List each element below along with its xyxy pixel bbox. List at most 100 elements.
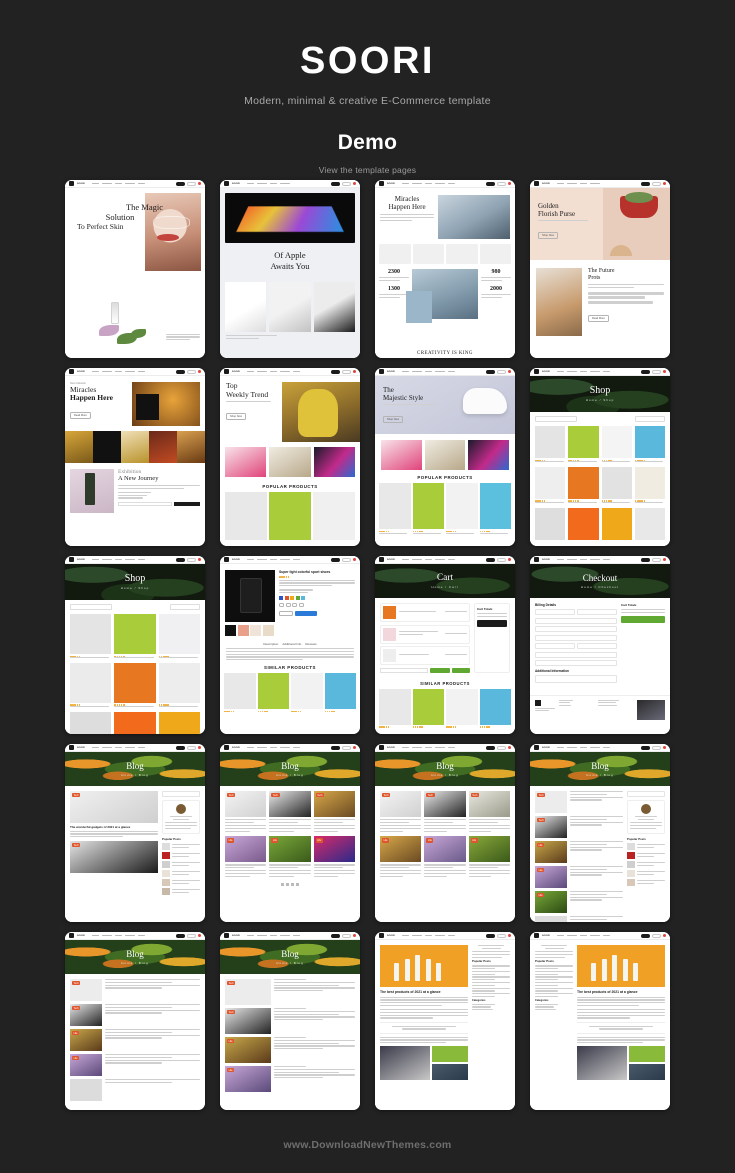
color-swatch[interactable] xyxy=(290,596,294,601)
product-card[interactable] xyxy=(568,426,599,464)
popular-post-item[interactable] xyxy=(535,970,573,975)
product-card[interactable] xyxy=(601,466,632,505)
product-card[interactable] xyxy=(158,662,200,709)
product-card[interactable] xyxy=(634,466,665,505)
blog-post-row[interactable] xyxy=(70,1079,200,1101)
gallery-thumb[interactable] xyxy=(237,625,249,636)
demo-thumbnail-home-purse[interactable]: SOORI Golden Florish Purse Shop Now The … xyxy=(530,180,670,358)
search-input[interactable] xyxy=(70,604,112,610)
category-card[interactable] xyxy=(424,440,466,470)
blog-post-row[interactable]: Tech xyxy=(70,1004,200,1026)
zip-field[interactable] xyxy=(535,651,617,658)
blog-post-row[interactable]: Life xyxy=(70,1029,200,1051)
tab-description[interactable]: Description xyxy=(263,642,278,646)
product-card[interactable] xyxy=(634,507,665,540)
product-card[interactable] xyxy=(269,281,311,332)
popular-post-item[interactable] xyxy=(162,888,200,896)
blog-post-card[interactable]: Tech xyxy=(380,791,422,833)
product-card[interactable] xyxy=(634,426,665,464)
demo-thumbnail-cart[interactable]: SOORI Cart Home / Cart Cart Totals SIMIL… xyxy=(375,556,515,734)
size-option[interactable] xyxy=(298,603,304,608)
cart-row[interactable] xyxy=(380,603,470,622)
size-option[interactable] xyxy=(292,603,297,608)
demo-thumbnail-home-miracles[interactable]: SOORI Miracles Happen Here 2300 1300 980… xyxy=(375,180,515,358)
product-card[interactable] xyxy=(114,662,156,709)
popular-post-item[interactable] xyxy=(535,965,573,970)
blog-post-row[interactable]: Tech xyxy=(225,979,355,1005)
product-card[interactable] xyxy=(158,711,200,734)
tab-info[interactable]: Additional Info xyxy=(282,642,301,646)
country-select[interactable] xyxy=(535,626,617,632)
product-card[interactable] xyxy=(479,483,511,536)
demo-thumbnail-home-majestic[interactable]: SOORI The Majestic Style Shop Now POPULA… xyxy=(375,368,515,546)
checkout-button[interactable] xyxy=(477,619,507,627)
gallery-image[interactable] xyxy=(432,1046,468,1063)
feature-card[interactable] xyxy=(412,244,444,264)
size-option[interactable] xyxy=(285,603,291,608)
page-number[interactable] xyxy=(296,882,299,886)
blog-post-card[interactable]: Tech xyxy=(424,791,466,833)
popular-post-item[interactable] xyxy=(472,976,510,981)
category-card[interactable] xyxy=(225,447,267,477)
product-card[interactable] xyxy=(446,483,478,536)
popular-post-item[interactable] xyxy=(627,861,665,869)
product-main-image[interactable] xyxy=(225,570,275,622)
popular-post-item[interactable] xyxy=(472,982,510,986)
page-number[interactable] xyxy=(291,882,294,886)
search-input[interactable] xyxy=(535,416,577,422)
phone-field[interactable] xyxy=(535,660,617,666)
last-name-field[interactable] xyxy=(577,609,617,615)
blog-post-card[interactable]: Tech The wonderful gadgets of 2021 at a … xyxy=(70,791,158,838)
city-field[interactable] xyxy=(535,643,575,649)
hero-cta-button[interactable]: Shop Now xyxy=(383,415,403,423)
blog-post-row[interactable]: Tech xyxy=(225,1008,355,1034)
popular-post-item[interactable] xyxy=(627,843,665,851)
color-swatch[interactable] xyxy=(295,596,300,601)
blog-post-row[interactable]: Tech xyxy=(535,816,623,838)
blog-post-card[interactable]: Tech xyxy=(468,791,510,833)
product-card[interactable] xyxy=(291,673,323,713)
search-input[interactable] xyxy=(627,791,665,797)
product-card[interactable] xyxy=(70,711,112,734)
blog-post-card[interactable]: Life xyxy=(468,836,510,878)
color-swatch[interactable] xyxy=(284,596,289,601)
blog-post-row[interactable]: Life xyxy=(225,1037,355,1063)
product-card[interactable] xyxy=(446,688,478,728)
product-card[interactable] xyxy=(379,688,411,728)
product-card[interactable] xyxy=(535,466,566,505)
category-card[interactable] xyxy=(468,440,510,470)
address-field[interactable] xyxy=(535,634,617,641)
page-number[interactable] xyxy=(281,882,284,886)
product-card[interactable] xyxy=(158,614,200,660)
product-tile[interactable] xyxy=(121,431,149,463)
blog-post-card[interactable]: Tech xyxy=(70,841,158,874)
product-card[interactable] xyxy=(535,426,566,464)
popular-post-item[interactable] xyxy=(472,965,510,970)
order-notes-field[interactable] xyxy=(535,675,617,683)
category-card[interactable] xyxy=(313,447,355,477)
category-card[interactable] xyxy=(381,440,422,470)
blog-post-row[interactable]: Life xyxy=(535,866,623,888)
product-tile[interactable] xyxy=(93,431,121,463)
gallery-image[interactable] xyxy=(380,1046,431,1081)
popular-post-item[interactable] xyxy=(162,843,200,851)
feature-card[interactable] xyxy=(379,244,411,264)
gallery-image[interactable] xyxy=(577,1046,628,1081)
sort-select[interactable] xyxy=(635,416,665,422)
hero-cta-button[interactable]: Read More xyxy=(70,411,91,419)
product-card[interactable] xyxy=(70,662,112,709)
blog-post-row[interactable]: Life xyxy=(70,1054,200,1076)
color-swatch[interactable] xyxy=(279,596,283,601)
feature-card[interactable] xyxy=(479,244,511,264)
state-field[interactable] xyxy=(577,643,617,649)
gallery-thumb[interactable] xyxy=(225,625,236,636)
demo-thumbnail-blog-grid[interactable]: SOORI Blog Home / Blog Tech Tech Tech Li… xyxy=(220,744,360,922)
demo-thumbnail-shop-grid-3col[interactable]: SOORI Shop Home / Shop xyxy=(65,556,205,734)
hero-cta-button[interactable]: Shop Now xyxy=(226,413,246,421)
gallery-image[interactable] xyxy=(432,1064,468,1081)
demo-thumbnail-blog-list[interactable]: SOORI Blog Home / Blog Tech Tech Life Li… xyxy=(530,744,670,922)
popular-post-item[interactable] xyxy=(162,861,200,869)
popular-post-item[interactable] xyxy=(535,976,573,981)
popular-post-item[interactable] xyxy=(627,870,665,878)
popular-post-item[interactable] xyxy=(535,993,573,998)
